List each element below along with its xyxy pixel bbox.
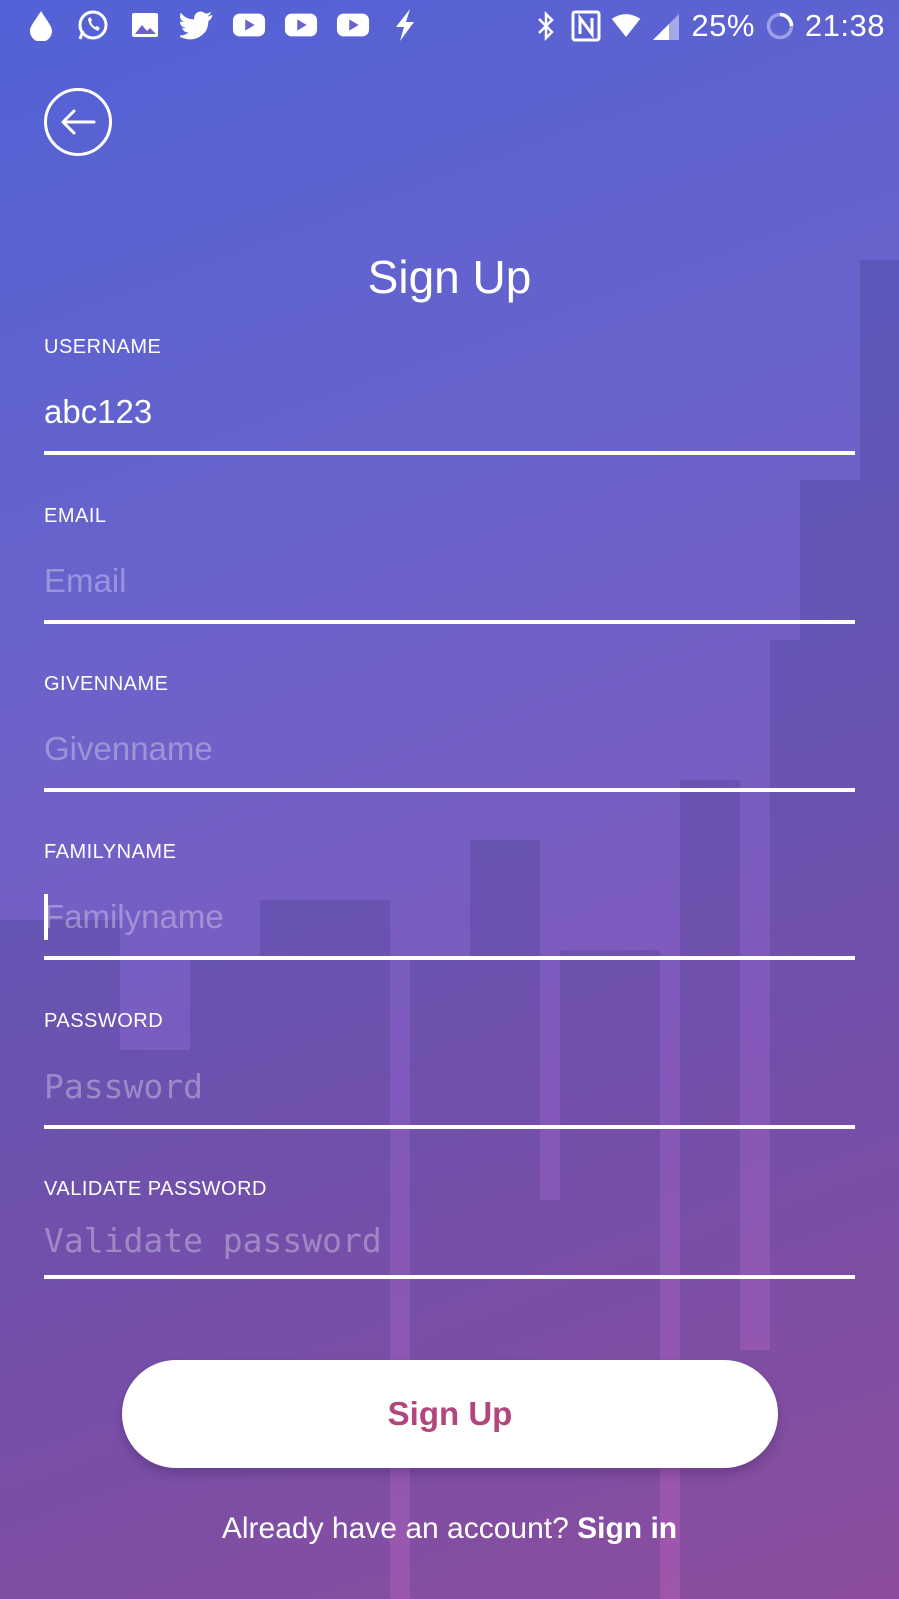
twitter-icon [180, 8, 214, 42]
youtube-icon [232, 8, 266, 42]
givenname-input[interactable] [44, 724, 855, 774]
whatsapp-icon [76, 8, 110, 42]
email-input[interactable] [44, 556, 855, 606]
text-cursor [44, 894, 48, 940]
image-icon [128, 8, 162, 42]
validate-password-input[interactable] [44, 1215, 855, 1265]
arrow-left-icon [61, 109, 96, 135]
familyname-label: FAMILYNAME [44, 841, 177, 863]
back-button[interactable] [44, 88, 112, 156]
password-field-group: PASSWORD [44, 1010, 855, 1129]
system-status: 25% 21:38 [531, 6, 885, 46]
battery-ring-icon [765, 9, 795, 43]
water-drop-icon [24, 8, 58, 42]
familyname-underline [44, 956, 855, 960]
bluetooth-icon [531, 9, 561, 43]
wifi-icon [611, 9, 641, 43]
validate-password-underline [44, 1275, 855, 1279]
signin-prompt-text: Already have an account? [221, 1512, 569, 1545]
email-field-group: EMAIL [44, 505, 855, 624]
username-label: USERNAME [44, 336, 162, 358]
battery-percentage: 25% [691, 8, 755, 43]
email-label: EMAIL [44, 505, 107, 527]
status-bar: 25% 21:38 [0, 0, 899, 54]
flash-icon [388, 8, 422, 42]
familyname-input[interactable] [44, 892, 855, 942]
password-input[interactable] [44, 1061, 855, 1111]
cell-signal-icon [651, 9, 681, 43]
givenname-label: GIVENNAME [44, 673, 169, 695]
password-underline [44, 1125, 855, 1129]
password-label: PASSWORD [44, 1010, 164, 1032]
signup-button[interactable]: Sign Up [122, 1360, 778, 1468]
givenname-field-group: GIVENNAME [44, 673, 855, 792]
notification-icons [24, 8, 422, 42]
signin-link[interactable]: Sign in [577, 1512, 677, 1545]
youtube-icon [336, 8, 370, 42]
youtube-icon [284, 8, 318, 42]
username-input[interactable] [44, 387, 855, 437]
givenname-underline [44, 788, 855, 792]
familyname-field-group: FAMILYNAME [44, 841, 855, 960]
email-underline [44, 620, 855, 624]
clock: 21:38 [804, 8, 885, 43]
username-field-group: USERNAME [44, 336, 855, 455]
validate-password-label: VALIDATE PASSWORD [44, 1178, 267, 1200]
signin-prompt: Already have an account? Sign in [0, 1512, 899, 1546]
nfc-icon [571, 9, 601, 43]
username-underline [44, 451, 855, 455]
validate-password-field-group: VALIDATE PASSWORD [44, 1178, 855, 1279]
page-title: Sign Up [367, 251, 532, 303]
